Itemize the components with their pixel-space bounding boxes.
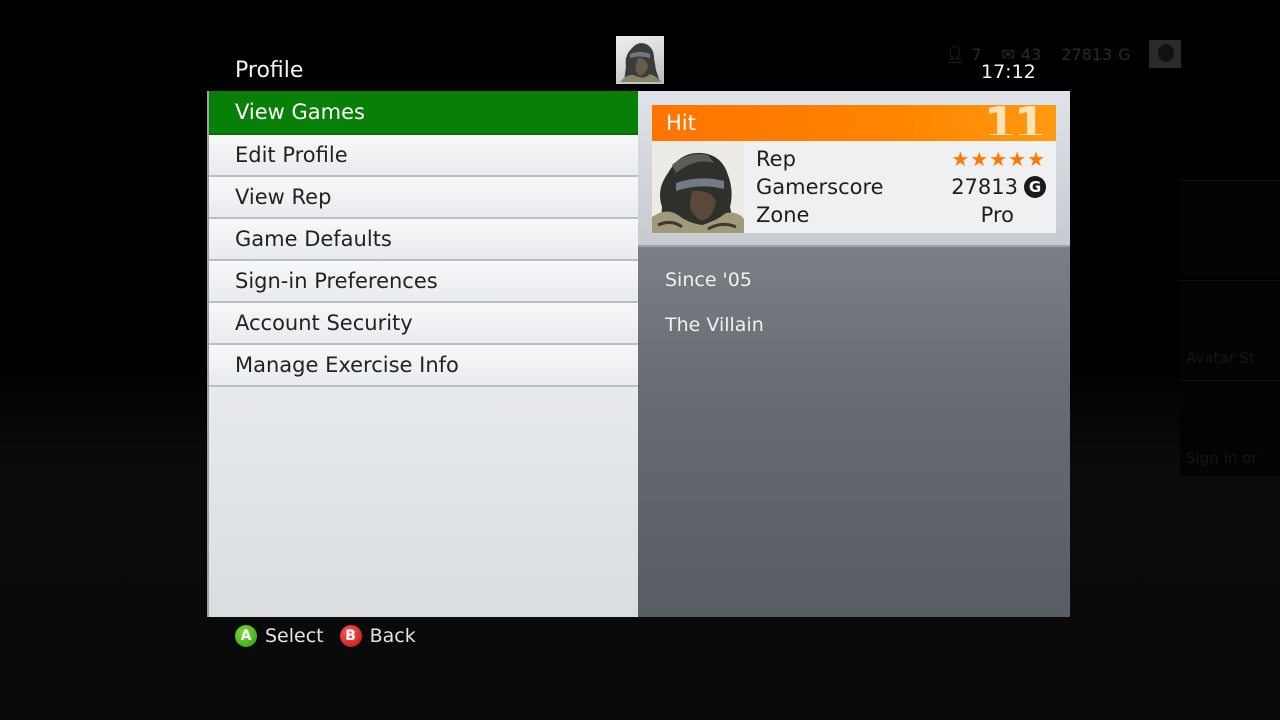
background-tile: Avatar St: [1180, 280, 1280, 376]
gamercard-area: Hit 11 Rep ★★★★★ Gamerscore 27813 G Zone…: [638, 91, 1070, 247]
profile-panel: View Games Edit Profile View Rep Game De…: [207, 91, 1070, 617]
zone-label: Zone: [756, 203, 810, 227]
gamer-picture-small: [616, 36, 664, 84]
member-since: Since '05: [665, 269, 752, 291]
zone-value: Pro: [980, 203, 1014, 227]
gamercard-level: 11: [983, 99, 1044, 135]
select-hint[interactable]: Select: [265, 625, 324, 647]
friends-icon: 👤︎: [945, 44, 966, 64]
gamercard: Hit 11 Rep ★★★★★ Gamerscore 27813 G Zone…: [652, 99, 1056, 233]
background-tile: [1180, 180, 1280, 276]
background-tiles: Avatar St Sign In or: [1180, 180, 1280, 580]
menu-item-edit-profile[interactable]: Edit Profile: [209, 135, 638, 177]
menu-item-manage-exercise-info[interactable]: Manage Exercise Info: [209, 345, 638, 387]
gamerscore-row: Gamerscore 27813 G: [756, 173, 1046, 201]
gamerscore-icon: G: [1118, 44, 1131, 64]
profile-menu: View Games Edit Profile View Rep Game De…: [207, 91, 638, 617]
b-button-icon: B: [339, 625, 362, 647]
menu-item-game-defaults[interactable]: Game Defaults: [209, 219, 638, 261]
menu-item-view-rep[interactable]: View Rep: [209, 177, 638, 219]
zone-row: Zone Pro: [756, 201, 1046, 229]
a-button-icon: A: [235, 625, 257, 647]
gamercard-motto: Hit: [666, 111, 696, 135]
gamerscore-label: Gamerscore: [756, 175, 884, 199]
menu-item-sign-in-preferences[interactable]: Sign-in Preferences: [209, 261, 638, 303]
button-hints: A Select B Back: [235, 625, 416, 647]
gamerscore-value: 27813: [951, 175, 1018, 199]
header-gamerscore: 27813: [1061, 44, 1113, 64]
profile-detail-pane: Hit 11 Rep ★★★★★ Gamerscore 27813 G Zone…: [638, 91, 1070, 617]
avatar-icon: [1148, 40, 1181, 68]
gamerscore-icon: G: [1024, 176, 1046, 198]
background-tile: Sign In or: [1180, 380, 1280, 476]
profile-name: The Villain: [665, 314, 764, 336]
gamercard-header: Hit 11: [652, 99, 1056, 141]
gamercard-stats: Rep ★★★★★ Gamerscore 27813 G Zone Pro: [756, 145, 1046, 229]
page-title: Profile: [235, 58, 304, 83]
menu-item-view-games[interactable]: View Games: [209, 91, 638, 135]
clock: 17:12: [981, 61, 1036, 83]
friends-count: 7: [971, 44, 982, 64]
rep-label: Rep: [756, 147, 796, 171]
rep-stars-icon: ★★★★★: [951, 147, 1046, 171]
menu-item-account-security[interactable]: Account Security: [209, 303, 638, 345]
gamer-picture: [652, 141, 744, 233]
rep-row: Rep ★★★★★: [756, 145, 1046, 173]
back-hint[interactable]: Back: [370, 625, 416, 647]
